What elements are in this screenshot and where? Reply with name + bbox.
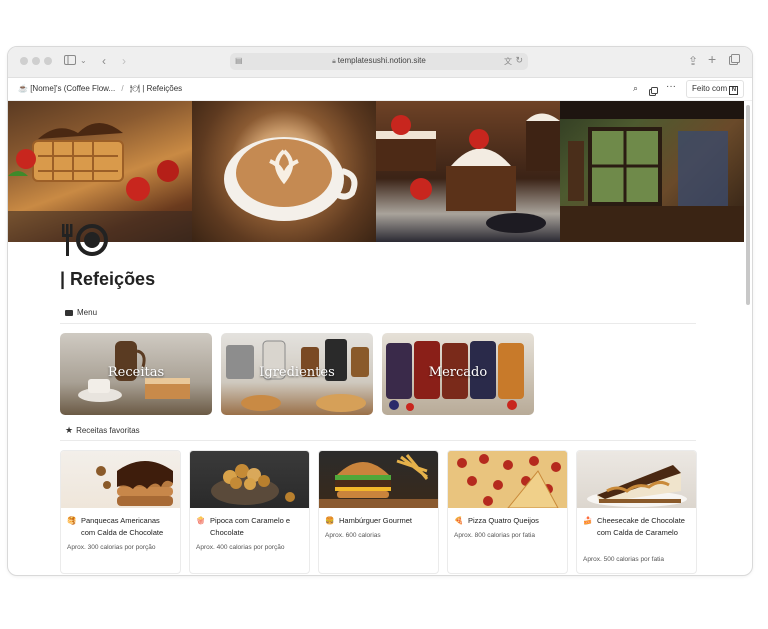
browser-window: ⌄ ‹ › ▤ 🔒︎ templatesushi.notion.site 文 ↻…: [7, 46, 753, 576]
recipe-calories: Aprox. 600 calorias: [325, 532, 381, 539]
recipe-card[interactable]: 🍿 Pipoca com Caramelo e Chocolate Aprox.…: [189, 450, 310, 574]
favorites-section-label: Receitas favoritas: [76, 426, 140, 435]
breadcrumb[interactable]: ☕ [Nome]'s (Coffee Flow... / 🍽 | Refeiçõ…: [18, 84, 182, 93]
star-icon: ★: [65, 425, 74, 435]
browser-titlebar: ⌄ ‹ › ▤ 🔒︎ templatesushi.notion.site 文 ↻…: [8, 47, 752, 78]
made-with-notion-button[interactable]: Feito com N: [686, 80, 745, 98]
recipe-title: Cheesecake de Chocolate com Calda de Car…: [597, 516, 685, 537]
pancake-icon: 🥞: [67, 516, 77, 525]
divider: [60, 323, 696, 324]
recipe-card[interactable]: 🥞 Panquecas Americanas com Calda de Choc…: [60, 450, 181, 574]
breadcrumb-workspace[interactable]: [Nome]'s (Coffee Flow...: [30, 84, 115, 93]
cover-latte-image: [192, 101, 376, 242]
translate-icon[interactable]: 文: [504, 56, 512, 67]
cover-image: [8, 101, 744, 242]
menu-card-mercado-label: Mercado: [428, 365, 488, 380]
recipe-calories: Aprox. 800 calorias por fatia: [454, 532, 535, 539]
recipe-image-pizza: [448, 451, 567, 509]
recipe-title: Pipoca com Caramelo e Chocolate: [210, 516, 291, 537]
recipe-calories: Aprox. 300 calorias por porção: [67, 544, 156, 551]
breadcrumb-separator: /: [121, 84, 124, 93]
page-title: | Refeições: [60, 269, 156, 289]
close-window-button[interactable]: [20, 57, 28, 65]
recipe-image-burger: [319, 451, 438, 508]
recipe-title: Pizza Quatro Queijos: [468, 516, 539, 525]
duplicate-icon[interactable]: [649, 83, 658, 101]
popcorn-icon: 🍿: [196, 516, 206, 525]
coffee-icon: ☕: [18, 84, 28, 93]
recipe-card[interactable]: 🍰 Cheesecake de Chocolate com Calda de C…: [576, 450, 697, 574]
briefcase-icon: [65, 309, 73, 316]
menu-card-receitas-label: Receitas: [107, 365, 165, 380]
menu-card-mercado[interactable]: Mercado: [382, 333, 534, 415]
address-bar[interactable]: ▤ 🔒︎ templatesushi.notion.site 文 ↻: [230, 53, 528, 70]
recipe-title: Panquecas Americanas com Calda de Chocol…: [81, 516, 164, 537]
search-icon[interactable]: ⌕: [633, 83, 638, 94]
favorites-section-header: ★ Receitas favoritas: [65, 425, 140, 436]
more-options-icon[interactable]: ···: [666, 81, 676, 92]
recipe-card[interactable]: 🍔 Hambúrguer Gourmet Aprox. 600 calorias: [318, 450, 439, 574]
made-with-label: Feito com: [692, 84, 728, 93]
reload-icon[interactable]: ↻: [515, 55, 523, 66]
sidebar-icon[interactable]: [64, 54, 76, 68]
notion-logo-icon: N: [729, 86, 739, 95]
plate-icon: [60, 220, 108, 260]
menu-card-receitas[interactable]: Receitas: [60, 333, 212, 415]
notion-topbar: ☕ [Nome]'s (Coffee Flow... / 🍽 | Refeiçõ…: [8, 78, 752, 101]
recipe-calories: Aprox. 400 calorias por porção: [196, 544, 285, 551]
chevron-down-icon[interactable]: ⌄: [80, 56, 87, 65]
back-icon[interactable]: ‹: [102, 54, 106, 68]
recipe-image-cheesecake: [577, 451, 696, 508]
breadcrumb-page[interactable]: | Refeições: [142, 84, 182, 93]
cover-cakes-image: [376, 101, 560, 242]
new-tab-icon[interactable]: +: [708, 51, 716, 67]
menu-section-label: Menu: [77, 308, 98, 317]
recipe-title: Hambúrguer Gourmet: [339, 516, 412, 525]
zoom-window-button[interactable]: [44, 57, 52, 65]
recipe-image-popcorn: [190, 451, 309, 508]
recipe-calories: Aprox. 500 calorias por fatia: [583, 556, 664, 563]
recipe-card[interactable]: 🍕 Pizza Quatro Queijos Aprox. 800 calori…: [447, 450, 568, 574]
menu-section-header: Menu: [65, 308, 97, 317]
minimize-window-button[interactable]: [32, 57, 40, 65]
cake-icon: 🍰: [583, 516, 593, 525]
url-text: 🔒︎ templatesushi.notion.site: [230, 56, 528, 66]
forward-icon[interactable]: ›: [122, 54, 126, 68]
pizza-icon: 🍕: [454, 516, 464, 525]
tabs-overview-icon[interactable]: [729, 54, 740, 68]
burger-icon: 🍔: [325, 516, 335, 525]
share-icon[interactable]: ⇪: [688, 54, 698, 68]
menu-card-ingredientes-label: Igredientes: [259, 365, 335, 380]
divider: [60, 440, 696, 441]
menu-card-ingredientes[interactable]: Igredientes: [221, 333, 373, 415]
cover-cafe-image: [560, 101, 744, 242]
page-scrollbar[interactable]: [746, 105, 750, 305]
plate-icon: 🍽: [129, 84, 141, 93]
url-label: templatesushi.notion.site: [337, 56, 426, 65]
recipe-image-pancakes: [61, 451, 180, 508]
